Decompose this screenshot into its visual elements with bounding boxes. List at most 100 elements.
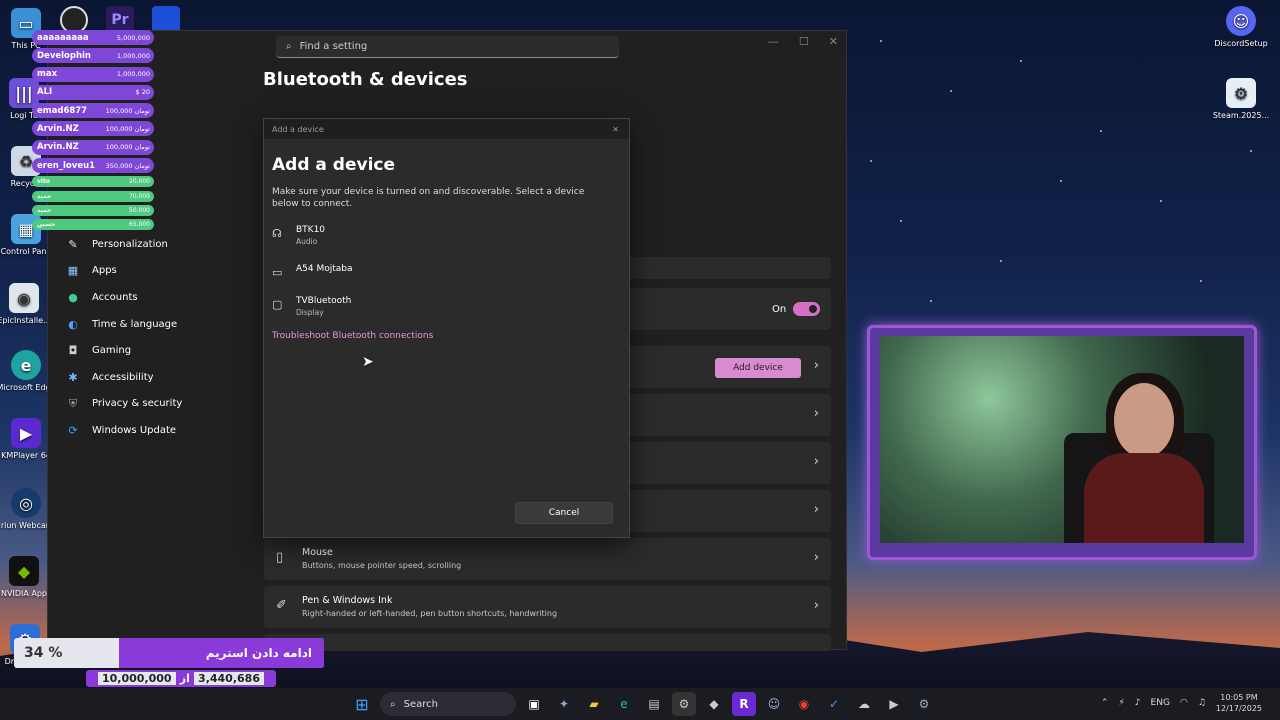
nav-item-accessibility[interactable]: ✱ Accessibility: [58, 364, 248, 391]
donations-overlay: aaaaaaaaa 5,000,000 Develophin 1,000,000 m…: [32, 30, 154, 234]
page-title: Bluetooth & devices: [263, 69, 468, 90]
shield-icon: ⛨: [68, 396, 78, 410]
controller-icon: ◘: [68, 344, 78, 358]
search-icon: ⌕: [390, 698, 396, 710]
system-tray: ⌃ ⚡ ♪ ENG ◠ ♫ 10:05 PM 12/17/2025: [1101, 692, 1262, 714]
bluetooth-toggle[interactable]: [793, 302, 820, 316]
chrome-icon[interactable]: ◉: [792, 692, 816, 716]
nvidia-icon: ◆: [9, 556, 39, 586]
add-device-dialog: Add a device ✕ Add a device Make sure yo…: [263, 118, 630, 538]
search-icon: ⌕: [286, 41, 292, 52]
dialog-title-bar: Add a device ✕: [264, 119, 629, 139]
nav-item-gaming[interactable]: ◘ Gaming: [58, 337, 248, 364]
epic-icon[interactable]: ◆: [702, 692, 726, 716]
media-player-icon[interactable]: ▶: [882, 692, 906, 716]
phone-icon: ▭: [272, 266, 283, 279]
donation-item: Arvin.NZ 100,000 تومان: [32, 121, 154, 137]
add-device-button[interactable]: Add device: [715, 358, 801, 378]
kmplayer-icon: ▶: [11, 418, 41, 448]
microphone-icon[interactable]: ♪: [1135, 698, 1141, 708]
nav-item-accounts[interactable]: ● Accounts: [58, 284, 248, 311]
webcam-overlay: [867, 325, 1257, 560]
nav-item-personalization[interactable]: ✎ Personalization: [58, 231, 248, 258]
copilot-icon[interactable]: ✦: [552, 692, 576, 716]
store-icon[interactable]: ▤: [642, 692, 666, 716]
dialog-description: Make sure your device is turned on and d…: [272, 187, 585, 209]
taskbar-search[interactable]: ⌕ Search: [380, 692, 516, 716]
headphones-icon: ☊: [272, 227, 282, 240]
donation-item: ALI $ 20: [32, 84, 154, 100]
close-icon[interactable]: ✕: [612, 125, 619, 134]
close-icon[interactable]: ✕: [829, 35, 838, 48]
update-icon: ⟳: [68, 423, 78, 437]
nav-item-windows-update[interactable]: ⟳ Windows Update: [58, 417, 248, 444]
nav-item-privacy[interactable]: ⛨ Privacy & security: [58, 391, 248, 418]
maximize-icon[interactable]: ☐: [799, 35, 809, 48]
chevron-right-icon: ›: [813, 598, 819, 613]
nav-item-apps[interactable]: ▦ Apps: [58, 258, 248, 285]
bluetooth-toggle-label: On: [772, 304, 787, 315]
gear-icon[interactable]: ⚙: [912, 692, 936, 716]
donation-item: aaaaaaaaa 5,000,000: [32, 30, 154, 45]
chevron-right-icon: ›: [813, 502, 819, 517]
steam-icon[interactable]: ☁: [852, 692, 876, 716]
mouse-icon: ▯: [276, 550, 284, 565]
device-item-tvbluetooth[interactable]: ▢ TVBluetooth Display: [272, 296, 351, 317]
network-icon[interactable]: ⚡: [1118, 698, 1124, 708]
accessibility-icon: ✱: [68, 370, 78, 384]
minimize-icon[interactable]: —: [768, 35, 779, 48]
webcam-icon: ◎: [11, 488, 41, 518]
wifi-icon[interactable]: ◠: [1180, 698, 1188, 708]
edge-icon: e: [11, 350, 41, 380]
streamer: [1084, 363, 1204, 543]
stream-goal-percent: 34 %: [24, 645, 63, 661]
taskbar-center: ⊞ ⌕ Search ▣ ✦ ▰ e ▤ ⚙ ◆ R ☺ ◉ ✓ ☁ ▶ ⚙: [350, 692, 936, 716]
settings-card-pen[interactable]: ✐ Pen & Windows Ink Right-handed or left…: [264, 586, 831, 628]
volume-icon[interactable]: ♫: [1198, 698, 1206, 708]
troubleshoot-link[interactable]: Troubleshoot Bluetooth connections: [272, 331, 433, 341]
pen-icon: ✐: [276, 598, 287, 613]
stream-goal-widget: 34 % ادامه دادن استریم 10,000,000 از 3,4…: [14, 636, 324, 688]
vscode-icon[interactable]: ✓: [822, 692, 846, 716]
mouse-cursor: ➤: [362, 354, 374, 370]
edge-icon[interactable]: e: [612, 692, 636, 716]
discord-icon[interactable]: ☺: [762, 692, 786, 716]
cancel-button[interactable]: Cancel: [515, 502, 613, 524]
discord-icon: ☺: [1226, 6, 1256, 36]
donation-item: Develophin 1,000,000: [32, 48, 154, 64]
file-explorer-icon[interactable]: ▰: [582, 692, 606, 716]
webcam-feed: [880, 336, 1244, 543]
monitor-icon: ▢: [272, 298, 283, 311]
desktop-icon-steam[interactable]: ⚙ Steam.2025...: [1209, 78, 1273, 120]
stream-goal-separator: از: [179, 672, 190, 685]
settings-card-mouse[interactable]: ▯ Mouse Buttons, mouse pointer speed, sc…: [264, 538, 831, 580]
settings-taskbar-icon[interactable]: ⚙: [672, 692, 696, 716]
donation-item: Arvin.NZ 100,000 تومان: [32, 139, 154, 155]
chevron-right-icon: ›: [813, 454, 819, 469]
chevron-up-icon[interactable]: ⌃: [1101, 698, 1109, 708]
settings-card-next[interactable]: [264, 634, 831, 651]
accounts-icon: ●: [68, 290, 78, 304]
stream-goal-amounts: 10,000,000 از 3,440,686: [86, 670, 276, 687]
app-r-icon[interactable]: R: [732, 692, 756, 716]
stream-goal-title: ادامه دادن استریم: [205, 646, 312, 660]
donation-item: emad6877 100,000 تومان: [32, 103, 154, 119]
start-icon[interactable]: ⊞: [350, 692, 374, 716]
clock[interactable]: 10:05 PM 12/17/2025: [1216, 692, 1262, 714]
apps-icon: ▦: [67, 264, 79, 278]
nav-item-time-language[interactable]: ◐ Time & language: [58, 311, 248, 338]
chevron-right-icon: ›: [813, 550, 819, 565]
stream-goal-current: 3,440,686: [194, 672, 264, 685]
language-indicator[interactable]: ENG: [1151, 698, 1170, 708]
task-view-icon[interactable]: ▣: [522, 692, 546, 716]
donation-item-small: حسین 65,000: [32, 219, 154, 231]
steam-icon: ⚙: [1226, 78, 1256, 108]
brush-icon: ✎: [68, 237, 78, 251]
settings-nav: ✎ Personalization ▦ Apps ● Accounts ◐ Ti…: [58, 231, 248, 444]
desktop-icon-discord[interactable]: ☺ DiscordSetup: [1209, 6, 1273, 48]
device-item-btk10[interactable]: ☊ BTK10 Audio: [272, 225, 325, 246]
device-item-a54[interactable]: ▭ A54 Mojtaba: [272, 264, 353, 279]
settings-search-input[interactable]: ⌕ Find a setting: [276, 36, 619, 58]
donation-item-small: حمید 70,000: [32, 190, 154, 202]
stream-goal-bar: 34 % ادامه دادن استریم: [14, 638, 324, 668]
